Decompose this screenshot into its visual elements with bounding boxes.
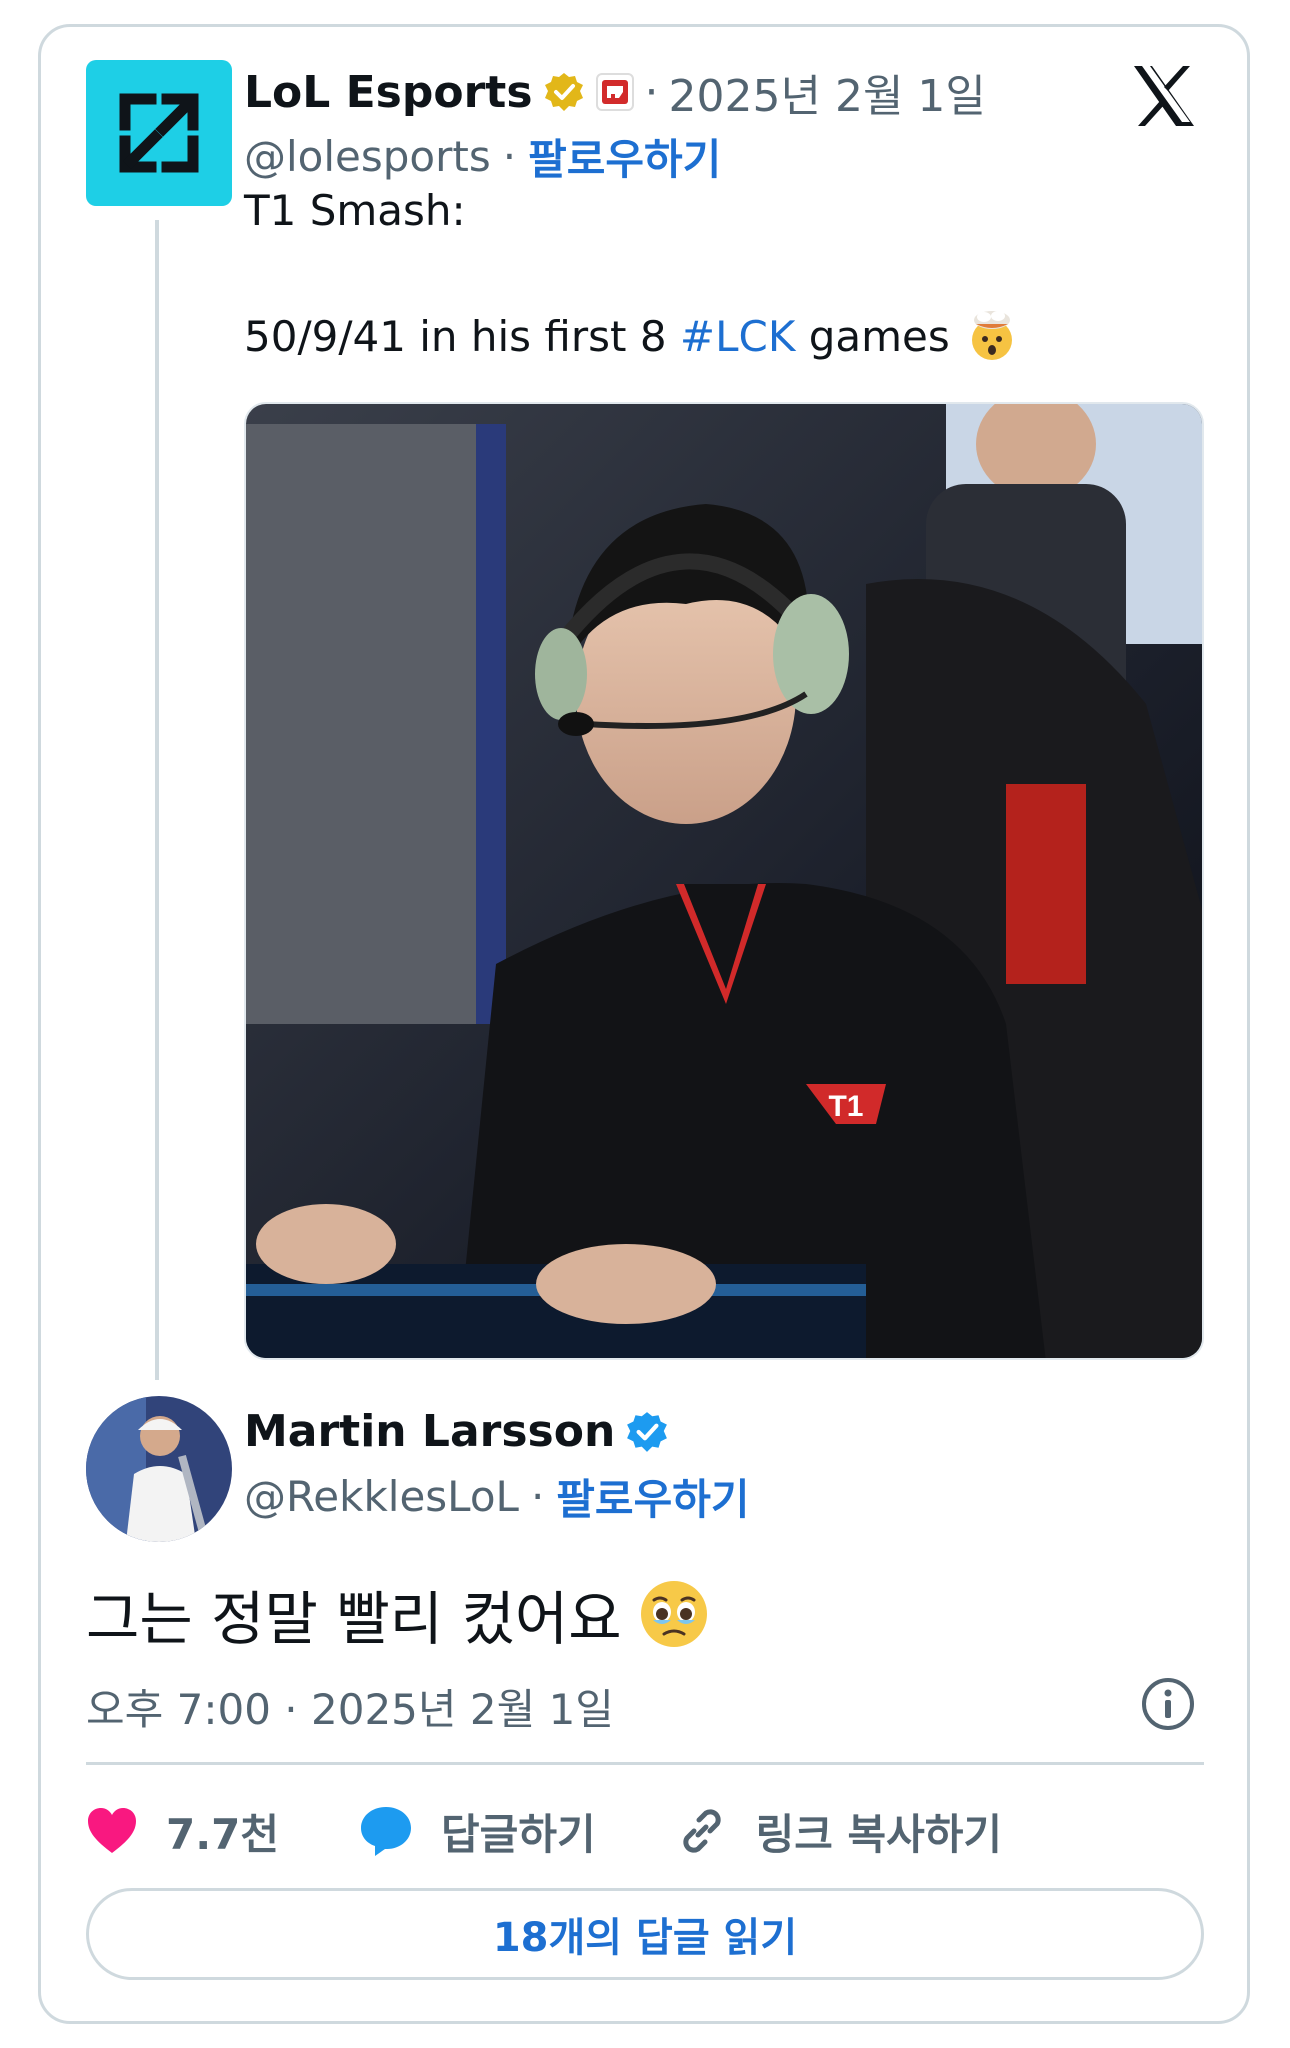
quoted-handle-row: @lolesports · 팔로우하기 <box>244 126 721 187</box>
quoted-text-line1: T1 Smash: <box>244 186 466 235</box>
follow-link[interactable]: 팔로우하기 <box>556 1466 749 1527</box>
verified-gold-badge-icon <box>544 73 583 111</box>
link-icon <box>682 1809 721 1853</box>
handle-separator: · <box>530 1472 545 1521</box>
quoted-author-name[interactable]: LoL Esports <box>244 67 533 118</box>
thread-line <box>155 220 159 1380</box>
author-row: Martin Larsson <box>244 1406 669 1457</box>
reply-button[interactable]: 답글하기 <box>359 1801 596 1862</box>
verified-blue-badge-icon <box>627 1411 668 1452</box>
quoted-text-line2: 50/9/41 in his first 8 #LCK games <box>244 308 1020 364</box>
like-count: 7.7천 <box>166 1809 280 1859</box>
expand-arrows-icon <box>119 93 199 173</box>
quoted-text-post: games <box>795 311 950 361</box>
tweet-timestamp[interactable]: 오후 7:00 · 2025년 2월 1일 <box>86 1676 614 1737</box>
reply-label: 답글하기 <box>441 1809 596 1859</box>
tweet-text-content: 그는 정말 빨리 컸어요 <box>86 1585 622 1653</box>
quoted-handle[interactable]: @lolesports <box>244 132 491 181</box>
info-icon[interactable] <box>1140 1676 1196 1732</box>
quoted-text-pre: 50/9/41 in his first 8 <box>244 311 680 361</box>
riot-games-affiliate-icon <box>595 73 634 111</box>
face-holding-back-tears-emoji-icon <box>640 1581 707 1647</box>
read-replies-button[interactable]: 18개의 답글 읽기 <box>86 1888 1204 1980</box>
svg-text:T1: T1 <box>828 1090 863 1123</box>
author-handle[interactable]: @RekklesLoL <box>244 1472 519 1521</box>
hashtag-link[interactable]: #LCK <box>680 312 795 361</box>
author-name[interactable]: Martin Larsson <box>244 1406 615 1457</box>
x-logo-icon[interactable] <box>1128 60 1200 132</box>
exploding-head-emoji-icon <box>971 311 1012 360</box>
author-handle-row: @RekklesLoL · 팔로우하기 <box>244 1466 750 1527</box>
tweet-photo[interactable]: T1 <box>244 402 1204 1360</box>
heart-icon <box>88 1808 136 1853</box>
like-button[interactable]: 7.7천 <box>86 1801 279 1862</box>
quoted-author-row: LoL Esports · 2025년 2월 1일 <box>244 60 986 124</box>
divider <box>86 1762 1204 1765</box>
quoted-date-separator: · <box>644 66 659 118</box>
quoted-date[interactable]: 2025년 2월 1일 <box>669 60 986 124</box>
copy-link-button[interactable]: 링크 복사하기 <box>676 1801 1002 1862</box>
rekkles-avatar[interactable] <box>86 1396 232 1542</box>
profile-photo-image <box>86 1396 232 1542</box>
player-photo-image: T1 <box>246 404 1202 1358</box>
lolesports-avatar[interactable] <box>86 60 232 206</box>
handle-separator: · <box>502 132 517 181</box>
reply-bubble-icon <box>361 1807 412 1856</box>
quoted-follow-link[interactable]: 팔로우하기 <box>528 126 721 187</box>
actions-row: 7.7천 답글하기 링크 복사하기 <box>86 1796 1204 1866</box>
copy-link-label: 링크 복사하기 <box>755 1809 1003 1859</box>
tweet-text: 그는 정말 빨리 컸어요 <box>86 1572 710 1656</box>
